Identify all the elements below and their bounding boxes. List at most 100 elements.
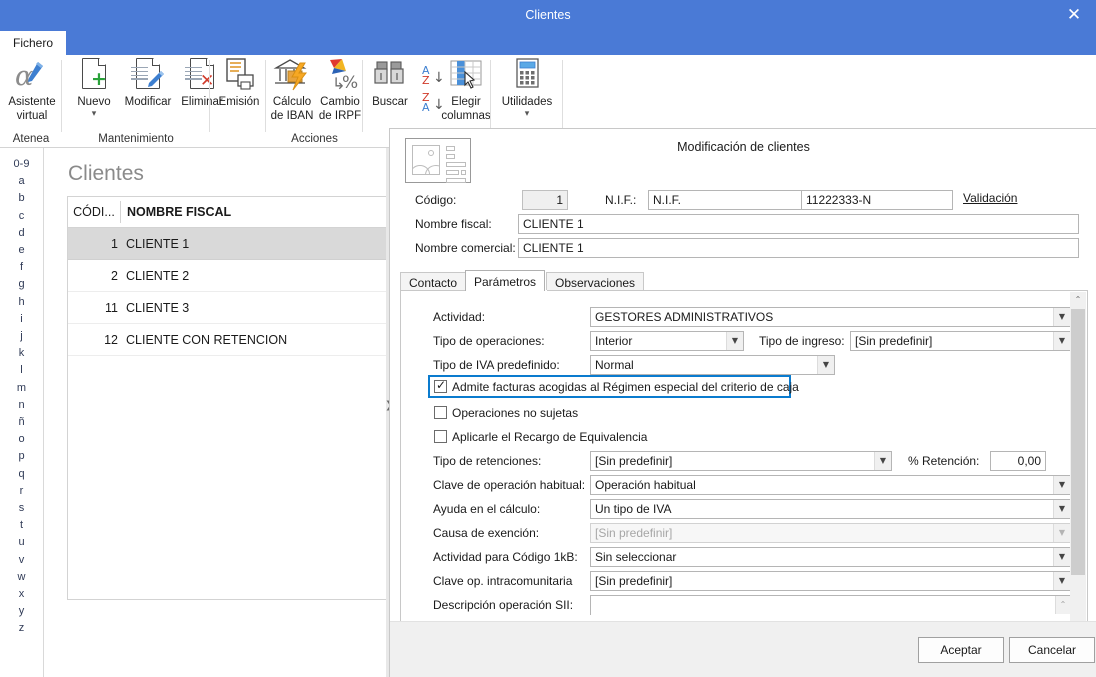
- alpha-index-d[interactable]: d: [0, 225, 43, 242]
- checkbox-recargo-equivalencia[interactable]: Aplicarle el Recargo de Equivalencia: [434, 429, 647, 445]
- tab-parametros[interactable]: Parámetros: [465, 270, 546, 291]
- tab-fichero[interactable]: Fichero: [0, 31, 66, 55]
- ayuda-calculo-combo[interactable]: Un tipo de IVA ▼: [590, 499, 1071, 519]
- chevron-down-icon[interactable]: ▼: [874, 452, 891, 470]
- alpha-index-n[interactable]: n: [0, 397, 43, 414]
- tipo-ingreso-combo[interactable]: [Sin predefinir] ▼: [850, 331, 1071, 351]
- pct-retencion-field[interactable]: 0,00: [990, 451, 1046, 471]
- clave-operacion-value: Operación habitual: [595, 478, 696, 492]
- actividad-combo[interactable]: GESTORES ADMINISTRATIVOS ▼: [590, 307, 1071, 327]
- tipo-iva-combo[interactable]: Normal ▼: [590, 355, 835, 375]
- codigo-field: 1: [522, 190, 568, 210]
- chevron-down-icon[interactable]: ▾: [495, 109, 559, 119]
- ayuda-calculo-label: Ayuda en el cálculo:: [433, 502, 541, 516]
- column-header-nombre-fiscal[interactable]: NOMBRE FISCAL: [121, 197, 231, 227]
- aceptar-button[interactable]: Aceptar: [918, 637, 1004, 663]
- tab-observaciones[interactable]: Observaciones: [546, 272, 645, 291]
- descripcion-sii-field[interactable]: [590, 595, 1071, 615]
- asistente-virtual-label-1: Asistente: [8, 96, 56, 108]
- alpha-index-p[interactable]: p: [0, 448, 43, 465]
- panel-vertical-scrollbar[interactable]: ⌃ ⌄: [1070, 292, 1086, 677]
- nombre-comercial-field[interactable]: CLIENTE 1: [518, 238, 1079, 258]
- nif-field[interactable]: 11222333-N: [801, 190, 953, 210]
- alpha-index-o[interactable]: o: [0, 431, 43, 448]
- checkbox-operaciones-no-sujetas[interactable]: Operaciones no sujetas: [434, 405, 578, 421]
- tipo-retenciones-combo[interactable]: [Sin predefinir] ▼: [590, 451, 892, 471]
- scroll-up-icon[interactable]: ⌃: [1070, 292, 1086, 308]
- close-icon[interactable]: ✕: [1052, 0, 1096, 31]
- alpha-index-u[interactable]: u: [0, 534, 43, 551]
- chevron-down-icon[interactable]: ▼: [1053, 500, 1070, 518]
- nif-type-combo[interactable]: N.I.F. ▼: [648, 190, 824, 210]
- table-row[interactable]: 1 CLIENTE 1: [68, 228, 386, 260]
- alpha-index-z[interactable]: z: [0, 620, 43, 637]
- chevron-down-icon[interactable]: ▼: [1053, 332, 1070, 350]
- tipo-retenciones-label: Tipo de retenciones:: [433, 454, 542, 468]
- calculo-de-iban-button[interactable]: Cálculo de IBAN: [268, 57, 316, 123]
- svg-text:Z: Z: [422, 74, 430, 87]
- tipo-retenciones-value: [Sin predefinir]: [595, 454, 673, 468]
- chevron-down-icon[interactable]: ▼: [1053, 548, 1070, 566]
- validacion-link[interactable]: Validación: [963, 191, 1017, 205]
- checkbox-recargo-equivalencia-label: Aplicarle el Recargo de Equivalencia: [452, 430, 648, 444]
- alpha-index-w[interactable]: w: [0, 569, 43, 586]
- alpha-index-r[interactable]: r: [0, 483, 43, 500]
- alpha-index-q[interactable]: q: [0, 466, 43, 483]
- chevron-down-icon[interactable]: ▾: [68, 109, 120, 119]
- chevron-down-icon[interactable]: ▼: [1053, 476, 1070, 494]
- utilidades-button[interactable]: Utilidades ▾: [495, 57, 559, 119]
- emision-button[interactable]: Emisión: [214, 57, 264, 110]
- scrollbar-thumb[interactable]: [1071, 309, 1085, 575]
- chevron-down-icon[interactable]: ▼: [1053, 572, 1070, 590]
- cancelar-button[interactable]: Cancelar: [1009, 637, 1095, 663]
- alpha-index-m[interactable]: m: [0, 380, 43, 397]
- checkbox-criterio-caja[interactable]: Admite facturas acogidas al Régimen espe…: [434, 377, 799, 395]
- column-header-codigo[interactable]: CÓDI...: [68, 197, 120, 227]
- alpha-index-f[interactable]: f: [0, 259, 43, 276]
- chevron-down-icon[interactable]: ▼: [726, 332, 743, 350]
- alpha-index-v[interactable]: v: [0, 552, 43, 569]
- elegir-columnas-button[interactable]: Elegir columnas: [439, 57, 493, 123]
- alpha-index-l[interactable]: l: [0, 362, 43, 379]
- table-row[interactable]: 11 CLIENTE 3: [68, 292, 386, 324]
- ribbon-tab-strip: Fichero: [0, 31, 1096, 55]
- alpha-index-e[interactable]: e: [0, 242, 43, 259]
- alpha-index-c[interactable]: c: [0, 208, 43, 225]
- cambio-irpf-label-2: de IRPF: [318, 109, 362, 122]
- chevron-down-icon[interactable]: ▼: [817, 356, 834, 374]
- alpha-index-h[interactable]: h: [0, 294, 43, 311]
- alpha-index-a[interactable]: a: [0, 173, 43, 190]
- cambio-de-irpf-button[interactable]: ↳ % Cambio de IRPF: [316, 57, 364, 123]
- sort-buttons[interactable]: A Z ↓ Z A ↓: [413, 61, 445, 118]
- alpha-index-j[interactable]: j: [0, 328, 43, 345]
- table-row[interactable]: 2 CLIENTE 2: [68, 260, 386, 292]
- alpha-index-x[interactable]: x: [0, 586, 43, 603]
- asistente-virtual-label-2: virtual: [16, 109, 48, 122]
- tipo-operaciones-combo[interactable]: Interior ▼: [590, 331, 744, 351]
- buscar-button[interactable]: Buscar: [367, 57, 413, 110]
- nombre-fiscal-field[interactable]: CLIENTE 1: [518, 214, 1079, 234]
- alpha-index-i[interactable]: i: [0, 311, 43, 328]
- alpha-index-g[interactable]: g: [0, 276, 43, 293]
- alpha-index-y[interactable]: y: [0, 603, 43, 620]
- print-document-icon: [219, 57, 259, 93]
- asistente-virtual-button[interactable]: α Asistente virtual: [4, 57, 60, 123]
- tab-contacto[interactable]: Contacto: [400, 272, 467, 291]
- actividad-1kb-combo[interactable]: Sin seleccionar ▼: [590, 547, 1071, 567]
- clave-intracomunitaria-combo[interactable]: [Sin predefinir] ▼: [590, 571, 1071, 591]
- alpha-index-s[interactable]: s: [0, 500, 43, 517]
- alpha-index-k[interactable]: k: [0, 345, 43, 362]
- checkbox-criterio-caja-label: Admite facturas acogidas al Régimen espe…: [452, 380, 799, 394]
- table-row[interactable]: 12 CLIENTE CON RETENCION: [68, 324, 386, 356]
- alpha-index-t[interactable]: t: [0, 517, 43, 534]
- alpha-index-0-9[interactable]: 0-9: [0, 156, 43, 173]
- clave-operacion-label: Clave de operación habitual:: [433, 478, 586, 492]
- spin-up-icon[interactable]: ⌃: [1055, 596, 1070, 614]
- nuevo-button[interactable]: + Nuevo ▾: [68, 57, 120, 119]
- alpha-index-b[interactable]: b: [0, 190, 43, 207]
- elegir-columnas-label-2: columnas: [441, 109, 491, 122]
- modificar-button[interactable]: Modificar: [120, 57, 176, 110]
- chevron-down-icon[interactable]: ▼: [1053, 308, 1070, 326]
- clave-operacion-combo[interactable]: Operación habitual ▼: [590, 475, 1071, 495]
- alpha-index-ñ[interactable]: ñ: [0, 414, 43, 431]
